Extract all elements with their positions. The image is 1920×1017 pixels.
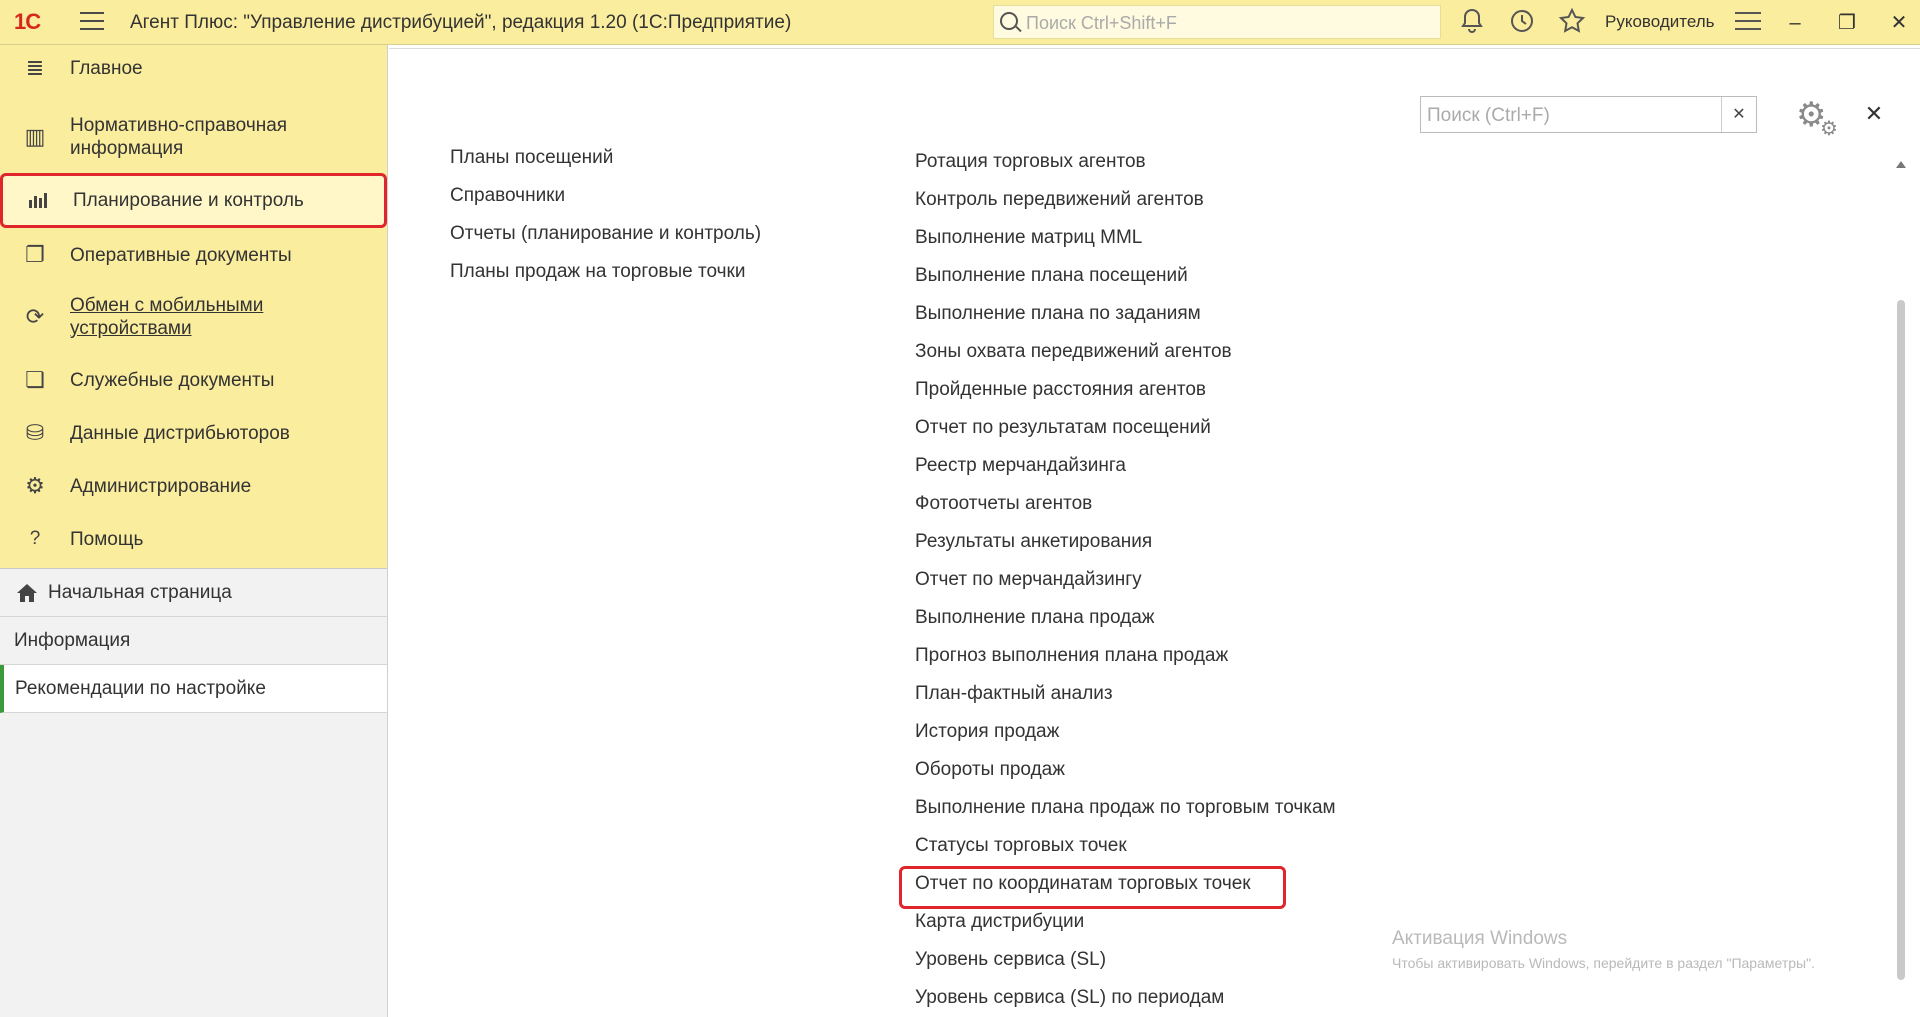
list-icon: ≣ [25, 55, 45, 80]
watermark-title: Активация Windows [1392, 928, 1568, 949]
close-icon[interactable]: ✕ [1862, 102, 1886, 126]
scroll-thumb[interactable] [1897, 300, 1905, 980]
section-label: Планирование и контроль [73, 190, 304, 211]
page-label: Начальная страница [48, 581, 232, 603]
main-menu-icon[interactable] [80, 12, 104, 32]
section-distributor-data[interactable]: ⛁ Данные дистрибьюторов [0, 414, 387, 452]
section-label: Помощь [70, 528, 144, 550]
page-setup-recommendations[interactable]: Рекомендации по настройке [0, 665, 387, 713]
panel-search-input[interactable] [1425, 101, 1719, 130]
page-label: Рекомендации по настройке [15, 677, 266, 699]
documents-icon: ❐ [25, 242, 45, 267]
service-docs-icon: ❏ [25, 367, 45, 392]
section-administration[interactable]: ⚙ Администрирование [0, 467, 387, 505]
history-icon[interactable] [1507, 8, 1537, 38]
report-link[interactable]: Отчет по результатам посещений [915, 416, 1211, 440]
home-icon [16, 583, 38, 603]
section-label: Администрирование [70, 475, 252, 497]
report-link[interactable]: Уровень сервиса (SL) [915, 948, 1106, 972]
window-title: Агент Плюс: "Управление дистрибуцией", р… [130, 12, 792, 33]
columns-icon: ▥ [24, 124, 46, 149]
report-link[interactable]: Уровень сервиса (SL) по периодам [915, 986, 1224, 1010]
section-service-docs[interactable]: ❏ Служебные документы [0, 361, 387, 399]
highlight-frame [899, 866, 1286, 909]
section-reference-info[interactable]: ▥ Нормативно-справочная информация [0, 113, 387, 161]
report-link[interactable]: Выполнение плана по заданиям [915, 302, 1201, 326]
section-label: Обмен с мобильными устройствами [70, 295, 264, 339]
nav-link-visit-plans[interactable]: Планы посещений [450, 146, 613, 170]
divider [389, 48, 1920, 49]
section-planning-control[interactable]: Планирование и контроль [0, 173, 387, 228]
section-label: Нормативно-справочная информация [70, 115, 288, 159]
global-search[interactable] [993, 5, 1441, 39]
star-icon[interactable] [1557, 7, 1587, 38]
report-link[interactable]: Отчет по мерчандайзингу [915, 568, 1142, 592]
report-link[interactable]: Выполнение плана продаж [915, 606, 1155, 630]
section-label: Данные дистрибьюторов [70, 422, 290, 444]
page-home[interactable]: Начальная страница [0, 569, 387, 617]
close-window-icon[interactable]: ✕ [1884, 8, 1914, 38]
panel-search[interactable]: ✕ [1420, 96, 1757, 133]
nav-link-sales-plans[interactable]: Планы продаж на торговые точки [450, 260, 745, 284]
restore-icon[interactable]: ❐ [1832, 8, 1862, 38]
sections-panel: ≣ Главное ▥ Нормативно-справочная информ… [0, 45, 387, 569]
sync-icon: ⟳ [25, 304, 45, 329]
report-link[interactable]: Выполнение плана продаж по торговым точк… [915, 796, 1336, 820]
report-link[interactable]: Результаты анкетирования [915, 530, 1152, 554]
report-link[interactable]: Обороты продаж [915, 758, 1065, 782]
scrollbar[interactable] [1893, 155, 1909, 1017]
report-link[interactable]: Пройденные расстояния агентов [915, 378, 1206, 402]
section-label: Оперативные документы [70, 244, 292, 266]
chart-icon [3, 188, 73, 214]
watermark-text: Чтобы активировать Windows, перейдите в … [1392, 955, 1815, 971]
report-link[interactable]: История продаж [915, 720, 1059, 744]
settings-menu-icon[interactable] [1735, 12, 1761, 32]
page-label: Информация [14, 629, 131, 651]
help-icon: ? [29, 528, 41, 549]
section-mobile-exchange[interactable]: ⟳ Обмен с мобильными устройствами [0, 293, 387, 341]
report-link[interactable]: Зоны охвата передвижений агентов [915, 340, 1232, 364]
global-search-input[interactable] [1024, 8, 1428, 38]
page-information[interactable]: Информация [0, 617, 387, 665]
section-help[interactable]: ? Помощь [0, 520, 387, 558]
title-bar: 1С Агент Плюс: "Управление дистрибуцией"… [0, 0, 1920, 45]
report-link[interactable]: План-фактный анализ [915, 682, 1113, 706]
report-link[interactable]: Карта дистрибуции [915, 910, 1084, 934]
search-icon [1000, 12, 1018, 30]
report-link[interactable]: Выполнение матриц MML [915, 226, 1142, 250]
section-main[interactable]: ≣ Главное [0, 49, 387, 87]
nav-link-reports[interactable]: Отчеты (планирование и контроль) [450, 222, 761, 246]
user-name[interactable]: Руководитель [1605, 12, 1715, 32]
clear-icon[interactable]: ✕ [1721, 97, 1756, 132]
sidebar: ≣ Главное ▥ Нормативно-справочная информ… [0, 45, 388, 1017]
panel-settings-icon[interactable]: ⚙ ⚙ [1796, 97, 1840, 140]
report-link[interactable]: Фотоотчеты агентов [915, 492, 1092, 516]
section-label: Служебные документы [70, 369, 275, 391]
gear-icon: ⚙ [25, 473, 45, 498]
distributors-icon: ⛁ [25, 420, 45, 445]
app-logo: 1С [14, 9, 41, 34]
bell-icon[interactable] [1457, 8, 1487, 38]
report-link[interactable]: Реестр мерчандайзинга [915, 454, 1126, 478]
report-link[interactable]: Контроль передвижений агентов [915, 188, 1204, 212]
report-link[interactable]: Прогноз выполнения плана продаж [915, 644, 1228, 668]
report-link[interactable]: Ротация торговых агентов [915, 150, 1146, 174]
section-label: Главное [70, 57, 143, 79]
report-link[interactable]: Выполнение плана посещений [915, 264, 1188, 288]
scroll-up-icon[interactable] [1896, 161, 1906, 168]
minimize-icon[interactable]: – [1780, 8, 1810, 38]
report-link[interactable]: Статусы торговых точек [915, 834, 1127, 858]
nav-link-catalogs[interactable]: Справочники [450, 184, 565, 208]
section-operational-docs[interactable]: ❐ Оперативные документы [0, 235, 387, 275]
